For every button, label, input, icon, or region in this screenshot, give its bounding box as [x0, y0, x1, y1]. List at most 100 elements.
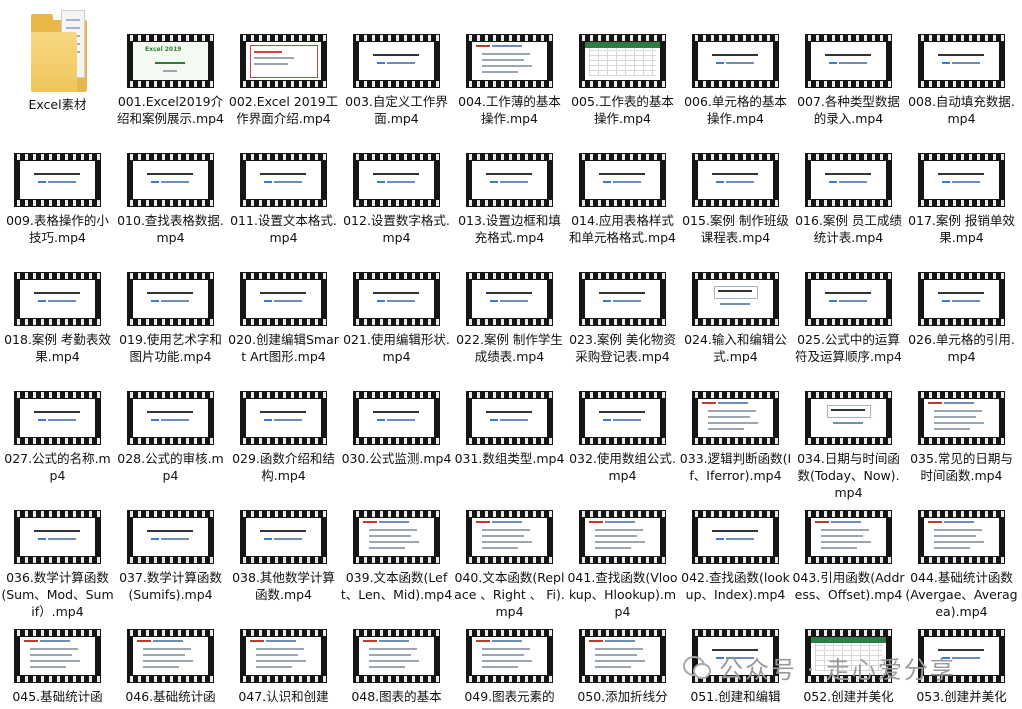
- file-name-label: 043.引用函数(Address、Offset).mp4: [792, 570, 905, 602]
- file-name-label: 052.创建并美化: [803, 689, 894, 704]
- video-thumbnail: [127, 510, 214, 564]
- file-name-label: 018.案例 考勤表效果.mp4: [4, 332, 111, 364]
- video-thumbnail: [240, 629, 327, 683]
- file-name-label: 001.Excel2019介绍和案例展示.mp4: [116, 94, 225, 126]
- file-name-label: 025.公式中的运算符及运算顺序.mp4: [794, 332, 903, 364]
- file-name-label: 019.使用艺术字和图片功能.mp4: [119, 332, 222, 364]
- video-thumbnail: [466, 153, 553, 207]
- video-thumbnail: [692, 34, 779, 88]
- video-thumbnail: [240, 272, 327, 326]
- file-name-label: 016.案例 员工成绩统计表.mp4: [795, 213, 902, 245]
- file-name-label: 039.文本函数(Left、Len、Mid).mp4: [340, 570, 453, 602]
- video-thumbnail: [918, 272, 1005, 326]
- file-name-label: 014.应用表格样式和单元格格式.mp4: [568, 213, 677, 245]
- file-name-label: 006.单元格的基本操作.mp4: [684, 94, 787, 126]
- video-thumbnail: [14, 153, 101, 207]
- video-thumbnail: [805, 34, 892, 88]
- file-name-label: 013.设置边框和填充格式.mp4: [458, 213, 561, 245]
- video-thumbnail: [127, 272, 214, 326]
- file-name-label: 007.各种类型数据的录入.mp4: [797, 94, 900, 126]
- video-thumbnail: [353, 510, 440, 564]
- video-thumbnail: [692, 391, 779, 445]
- video-thumbnail: [579, 510, 666, 564]
- file-name-label: 017.案例 报销单效果.mp4: [908, 213, 1015, 245]
- file-name-label: 044.基础统计函数(Avergae、Averagea).mp4: [905, 570, 1018, 619]
- video-thumbnail: [918, 510, 1005, 564]
- file-name-label: 011.设置文本格式.mp4: [230, 213, 337, 245]
- video-thumbnail: [579, 629, 666, 683]
- file-name-label: 049.图表元素的: [464, 689, 555, 704]
- video-thumbnail: [240, 34, 327, 88]
- file-name-label: 034.日期与时间函数(Today、Now).mp4: [797, 451, 900, 500]
- video-thumbnail: [240, 510, 327, 564]
- file-name-label: 029.函数介绍和结构.mp4: [232, 451, 335, 483]
- file-name-label: 010.查找表格数据.mp4: [117, 213, 224, 245]
- file-name-label: 020.创建编辑Smart Art图形.mp4: [228, 332, 339, 364]
- watermark: 公众号 · 走心爱分享: [681, 650, 1011, 684]
- folder-icon: [31, 10, 87, 92]
- video-thumbnail: [466, 629, 553, 683]
- file-name-label: 031.数组类型.mp4: [454, 451, 565, 466]
- file-name-label: 004.工作薄的基本操作.mp4: [458, 94, 561, 126]
- video-thumbnail: [805, 272, 892, 326]
- video-thumbnail: [14, 272, 101, 326]
- video-thumbnail: [805, 153, 892, 207]
- video-thumbnail: [579, 34, 666, 88]
- file-name-label: 037.数学计算函数(Sumifs).mp4: [119, 570, 222, 602]
- video-thumbnail: [805, 510, 892, 564]
- file-name-label: 028.公式的审核.mp4: [117, 451, 224, 483]
- video-thumbnail: [353, 34, 440, 88]
- file-name-label: 041.查找函数(Vlookup、Hlookup).mp4: [567, 570, 678, 619]
- file-name-label: 033.逻辑判断函数(If、Iferror).mp4: [679, 451, 792, 483]
- file-name-label: 045.基础统计函: [12, 689, 103, 704]
- file-name-label: 024.输入和编辑公式.mp4: [684, 332, 787, 364]
- file-name-label: 050.添加折线分: [577, 689, 668, 704]
- video-thumbnail: [692, 510, 779, 564]
- file-name-label: 030.公式监测.mp4: [341, 451, 452, 466]
- video-thumbnail: [353, 272, 440, 326]
- video-thumbnail: [14, 510, 101, 564]
- video-thumbnail: [127, 153, 214, 207]
- video-thumbnail: [466, 272, 553, 326]
- video-thumbnail: [127, 391, 214, 445]
- file-name-label: 048.图表的基本: [351, 689, 442, 704]
- file-name-label: 046.基础统计函: [125, 689, 216, 704]
- video-thumbnail: [466, 34, 553, 88]
- video-thumbnail: [14, 391, 101, 445]
- video-thumbnail: [918, 34, 1005, 88]
- file-name-label: 042.查找函数(lookup、Index).mp4: [681, 570, 790, 602]
- video-thumbnail: [692, 153, 779, 207]
- file-name-label: 051.创建和编辑: [690, 689, 781, 704]
- file-name-label: 008.自动填充数据.mp4: [908, 94, 1015, 126]
- video-thumbnail: [127, 629, 214, 683]
- video-thumbnail: [918, 391, 1005, 445]
- video-thumbnail: [466, 510, 553, 564]
- watermark-text: 公众号 · 走心爱分享: [719, 655, 956, 684]
- video-thumbnail: [805, 391, 892, 445]
- file-name-label: 027.公式的名称.mp4: [4, 451, 111, 483]
- file-name-label: 032.使用数组公式.mp4: [569, 451, 676, 483]
- file-name-label: 015.案例 制作班级课程表.mp4: [682, 213, 789, 245]
- video-thumbnail: [579, 272, 666, 326]
- file-name-label: 023.案例 美化物资采购登记表.mp4: [569, 332, 676, 364]
- file-name-label: 038.其他数学计算函数.mp4: [232, 570, 335, 602]
- file-name-label: 003.自定义工作界面.mp4: [345, 94, 448, 126]
- video-thumbnail: [579, 153, 666, 207]
- file-grid: Excel素材 Excel 2019 001.Excel2019介绍和案例展示.mp…: [0, 0, 1022, 709]
- file-name-label: 047.认识和创建: [238, 689, 329, 704]
- file-name-label: 009.表格操作的小技巧.mp4: [6, 213, 109, 245]
- file-name-label: 005.工作表的基本操作.mp4: [571, 94, 674, 126]
- file-name-label: 021.使用编辑形状.mp4: [343, 332, 450, 364]
- file-name-label: 002.Excel 2019工作界面介绍.mp4: [228, 94, 339, 126]
- file-name-label: 022.案例 制作学生成绩表.mp4: [456, 332, 563, 364]
- file-name-label: 026.单元格的引用.mp4: [908, 332, 1015, 364]
- file-name-label: 036.数学计算函数(Sum、Mod、Sumif）.mp4: [1, 570, 114, 619]
- video-thumbnail: [918, 153, 1005, 207]
- video-thumbnail: [579, 391, 666, 445]
- video-thumbnail: [353, 153, 440, 207]
- file-name-label: 040.文本函数(Replace 、Right 、 Fi).mp4: [454, 570, 565, 619]
- video-thumbnail: [692, 272, 779, 326]
- video-thumbnail: [240, 153, 327, 207]
- file-name-label: 035.常见的日期与时间函数.mp4: [910, 451, 1013, 483]
- video-thumbnail: [466, 391, 553, 445]
